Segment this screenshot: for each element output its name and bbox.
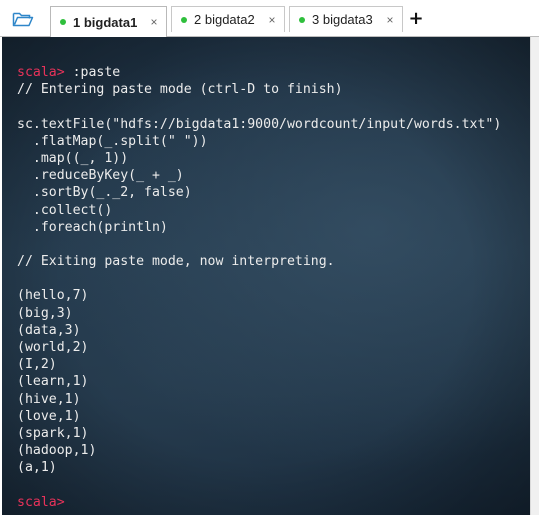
terminal-window: 1 bigdata1 × 2 bigdata2 × 3 bigdata3 × +… (0, 0, 539, 518)
tab-label: 1 bigdata1 (73, 14, 138, 30)
terminal-line: .flatMap(_.split(" ")) (17, 133, 501, 150)
add-tab-icon[interactable]: + (406, 7, 426, 29)
terminal-line-text: (a,1) (17, 460, 57, 476)
terminal-line: (hello,7) (17, 287, 501, 304)
tab-bigdata2[interactable]: 2 bigdata2 × (171, 6, 285, 32)
terminal-line: .sortBy(_._2, false) (17, 184, 501, 201)
terminal-line: // Exiting paste mode, now interpreting. (17, 253, 501, 270)
terminal-line-text: // Entering paste mode (ctrl-D to finish… (17, 82, 343, 98)
terminal-line-text: .reduceByKey(_ + _) (17, 168, 184, 184)
terminal-line-text: :paste (64, 65, 121, 80)
close-icon[interactable]: × (264, 13, 280, 27)
terminal-line-text: (big,3) (17, 305, 73, 321)
terminal-line: (world,2) (17, 339, 501, 356)
terminal-output[interactable]: scala> :paste// Entering paste mode (ctr… (2, 37, 530, 515)
scala-prompt: scala> (17, 65, 65, 80)
terminal-line-text: .sortBy(_._2, false) (17, 185, 192, 201)
terminal-line-text: (I,2) (17, 357, 57, 373)
terminal-line: (hive,1) (17, 391, 501, 408)
terminal-line: .collect() (17, 202, 501, 219)
terminal-line: .foreach(println) (17, 219, 501, 236)
close-icon[interactable]: × (382, 13, 398, 27)
status-dot-icon (299, 16, 305, 23)
terminal-line: (love,1) (17, 408, 501, 425)
terminal-line: (data,3) (17, 322, 501, 339)
folder-open-icon[interactable] (6, 6, 40, 32)
status-dot-icon (60, 19, 66, 25)
terminal-line-text: (data,3) (17, 322, 81, 338)
tab-bigdata1[interactable]: 1 bigdata1 × (50, 6, 167, 37)
terminal-line-text: sc.textFile("hdfs://bigdata1:9000/wordco… (17, 116, 502, 132)
terminal-line: (learn,1) (17, 373, 501, 390)
terminal-scrollbar[interactable] (530, 37, 539, 515)
tab-bigdata3[interactable]: 3 bigdata3 × (289, 6, 403, 32)
terminal-line-text: .flatMap(_.split(" ")) (17, 133, 208, 149)
terminal-line: (I,2) (17, 356, 501, 373)
tab-bar: 1 bigdata1 × 2 bigdata2 × 3 bigdata3 × + (0, 0, 539, 37)
terminal-line: .map((_, 1)) (17, 150, 501, 167)
close-icon[interactable]: × (146, 15, 162, 29)
terminal-line: // Entering paste mode (ctrl-D to finish… (17, 81, 501, 98)
terminal-line-text: (spark,1) (17, 425, 89, 441)
terminal-line: scala> (17, 494, 501, 511)
terminal-line: (hadoop,1) (17, 442, 501, 459)
terminal-line-text: (hadoop,1) (17, 443, 97, 459)
terminal-line-text: .collect() (17, 202, 113, 218)
terminal-line-text: .map((_, 1)) (17, 150, 129, 166)
terminal-line-text: (hive,1) (17, 391, 81, 407)
terminal-line-text: (learn,1) (17, 374, 89, 390)
terminal-line: (big,3) (17, 305, 501, 322)
terminal-line: sc.textFile("hdfs://bigdata1:9000/wordco… (17, 116, 501, 133)
terminal-line-text: (hello,7) (17, 288, 89, 304)
terminal-line: scala> :paste (17, 64, 501, 81)
terminal-line: (spark,1) (17, 425, 501, 442)
status-dot-icon (181, 16, 187, 23)
terminal-line-text: (world,2) (17, 340, 89, 355)
terminal-line-text: (love,1) (17, 408, 81, 424)
terminal-line-text: // Exiting paste mode, now interpreting. (17, 254, 335, 270)
terminal-line: .reduceByKey(_ + _) (17, 167, 501, 184)
tab-label: 2 bigdata2 (194, 12, 255, 27)
tab-label: 3 bigdata3 (312, 12, 373, 27)
scala-prompt: scala> (17, 494, 65, 510)
terminal-line-text: .foreach(println) (17, 219, 168, 235)
terminal-line: (a,1) (17, 459, 501, 476)
terminal-text: scala> :paste// Entering paste mode (ctr… (17, 64, 501, 511)
folder-open-icon-graphic (12, 12, 34, 27)
